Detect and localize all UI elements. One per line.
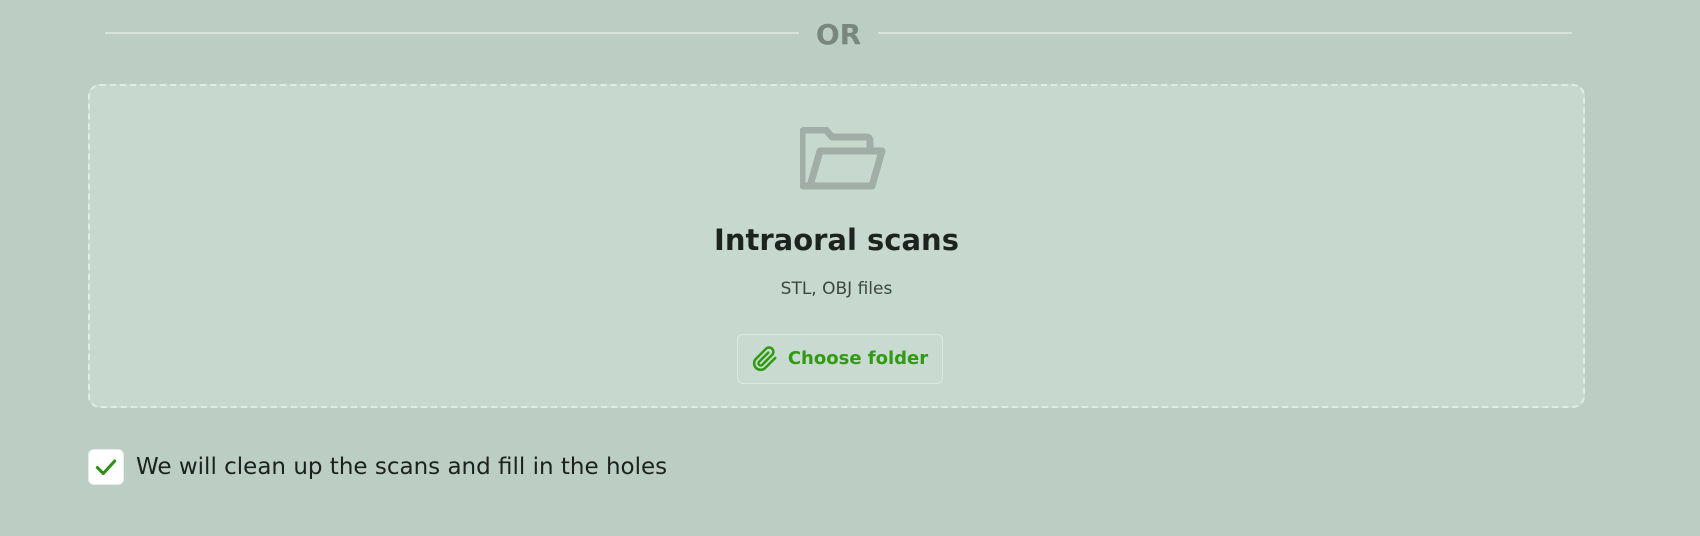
folder-open-icon xyxy=(800,127,886,190)
upload-title: Intraoral scans xyxy=(714,223,959,257)
cleanup-checkbox-label[interactable]: We will clean up the scans and fill in t… xyxy=(136,452,667,482)
paperclip-icon xyxy=(752,346,777,372)
choose-folder-label: Choose folder xyxy=(787,348,929,369)
choose-folder-button[interactable]: Choose folder xyxy=(737,334,943,384)
upload-file-types: STL, OBJ files xyxy=(780,279,893,299)
or-label: OR xyxy=(815,18,862,51)
or-divider: OR xyxy=(105,18,1572,52)
file-drop-zone[interactable]: Intraoral scans STL, OBJ files Choose fo… xyxy=(88,84,1585,408)
cleanup-option-row[interactable]: We will clean up the scans and fill in t… xyxy=(88,448,667,486)
cleanup-checkbox[interactable] xyxy=(88,449,124,485)
checkmark-icon xyxy=(95,459,117,476)
divider-line-left xyxy=(105,32,799,34)
divider-line-right xyxy=(878,32,1572,34)
